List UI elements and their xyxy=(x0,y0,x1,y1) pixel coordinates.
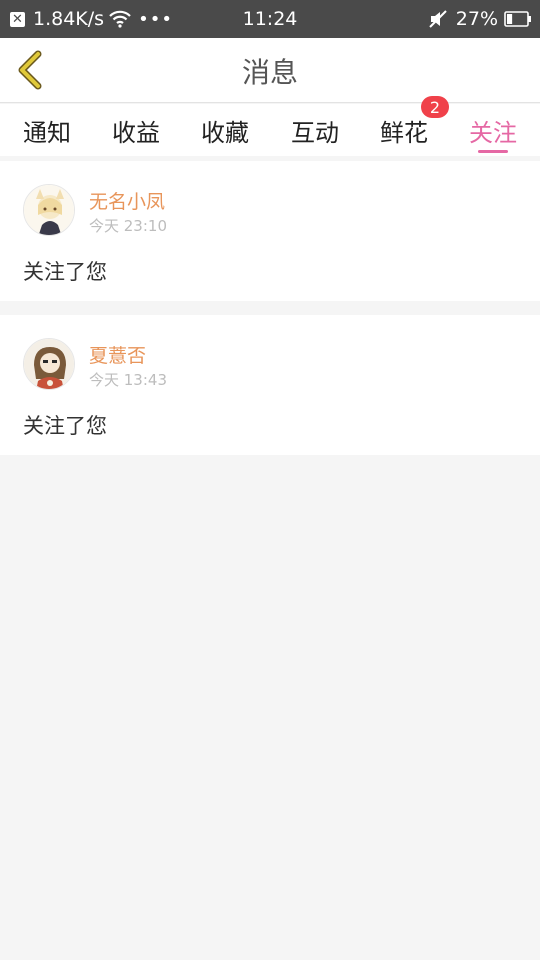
close-box-icon: ✕ xyxy=(10,11,25,27)
avatar[interactable] xyxy=(23,184,75,236)
avatar[interactable] xyxy=(23,338,75,390)
notification-message: 关注了您 xyxy=(23,414,107,438)
tab-notice[interactable]: 通知 xyxy=(2,104,92,156)
list-item[interactable]: 夏薏否 今天 13:43 关注了您 xyxy=(0,315,540,455)
tab-label: 通知 xyxy=(23,118,71,147)
back-button[interactable] xyxy=(8,48,52,92)
tab-label: 收益 xyxy=(112,118,160,147)
clock: 11:24 xyxy=(242,8,298,30)
header-bar: 消息 xyxy=(0,38,540,103)
chevron-left-icon xyxy=(16,50,44,90)
battery-icon xyxy=(504,11,532,27)
list-item[interactable]: 无名小凤 今天 23:10 关注了您 xyxy=(0,161,540,301)
status-left: ✕ 1.84K/s ••• xyxy=(10,0,173,38)
username[interactable]: 无名小凤 xyxy=(89,187,165,214)
tab-earnings[interactable]: 收益 xyxy=(91,104,181,156)
notification-message: 关注了您 xyxy=(23,260,107,284)
tab-label: 鲜花 xyxy=(380,118,428,147)
timestamp: 今天 23:10 xyxy=(89,217,167,235)
unread-badge: 2 xyxy=(421,96,449,118)
tab-flowers[interactable]: 鲜花 2 xyxy=(359,96,449,156)
status-bar: ✕ 1.84K/s ••• 11:24 27% xyxy=(0,0,540,38)
wifi-icon xyxy=(108,10,132,28)
tab-label: 收藏 xyxy=(201,118,249,147)
status-right: 27% xyxy=(428,0,532,38)
username[interactable]: 夏薏否 xyxy=(89,341,146,368)
active-tab-indicator xyxy=(478,150,508,153)
tab-label: 互动 xyxy=(291,118,339,147)
tab-follow[interactable]: 关注 xyxy=(448,104,538,156)
more-dots-icon: ••• xyxy=(138,8,173,30)
tab-label: 关注 xyxy=(469,118,517,147)
page-title: 消息 xyxy=(241,55,298,89)
timestamp: 今天 13:43 xyxy=(89,371,167,389)
tab-favorites[interactable]: 收藏 xyxy=(180,104,270,156)
mute-icon xyxy=(428,9,448,29)
tab-interaction[interactable]: 互动 xyxy=(270,104,360,156)
battery-percent: 27% xyxy=(455,8,498,30)
tab-bar: 通知 收益 收藏 互动 鲜花 2 关注 xyxy=(0,96,540,156)
network-speed: 1.84K/s xyxy=(33,8,105,30)
